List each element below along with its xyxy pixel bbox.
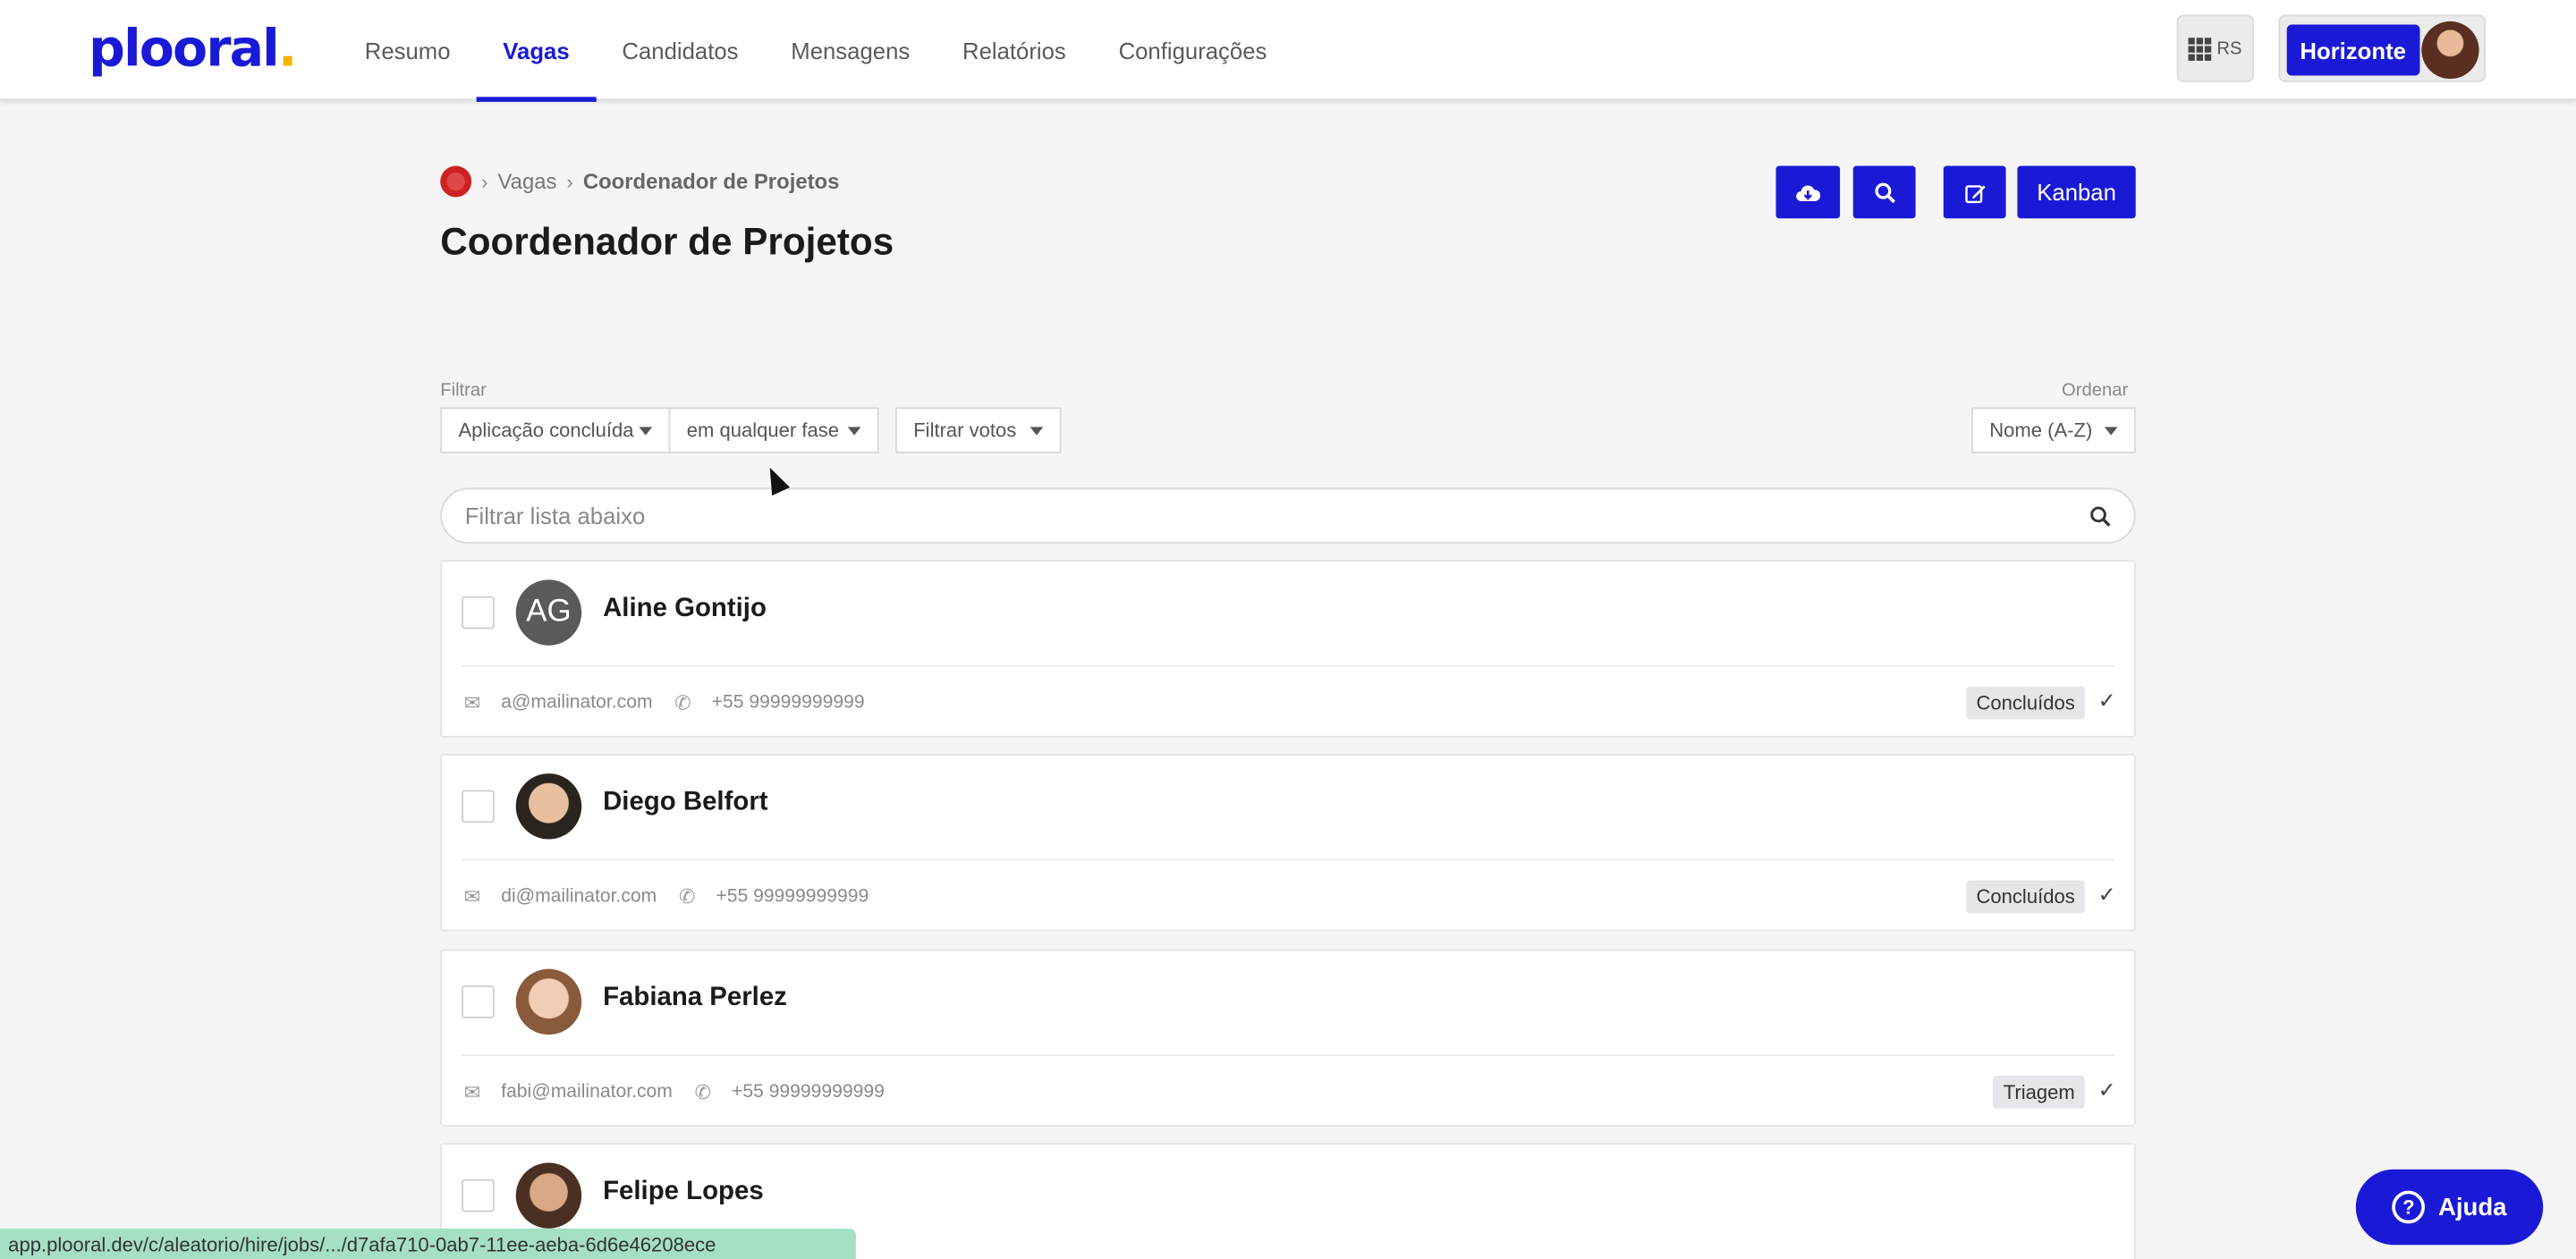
candidate-contact: ✉ di@mailinator.com ✆ +55 99999999999 [462,879,869,915]
chevron-right-icon: › [481,170,488,193]
breadcrumb-current: Coordenador de Projetos [582,169,840,194]
check-icon: ✓ [2097,688,2116,714]
candidate-phone[interactable]: +55 99999999999 [716,887,869,907]
candidate-name[interactable]: Felipe Lopes [603,1178,764,1207]
candidate-name[interactable]: Fabiana Perlez [603,984,787,1013]
candidate-card[interactable]: Fabiana Perlez ✉ fabi@mailinator.com ✆ +… [440,949,2136,1127]
sort-label: Ordenar [2062,381,2129,401]
user-initials: RS [2216,38,2242,59]
download-button[interactable] [1775,165,1841,219]
apps-grid-icon [2189,37,2212,61]
question-icon: ? [2392,1190,2426,1224]
avatar: AG [515,579,582,646]
select-candidate-checkbox[interactable] [462,596,495,630]
plooral-logo[interactable]: plooral. [89,20,297,79]
caret-down-icon [639,426,653,435]
filter-label: Filtrar [440,381,487,401]
candidate-name[interactable]: Aline Gontijo [603,595,767,624]
stage-badge: Concluídos [1966,686,2085,720]
phone-icon: ✆ [678,884,696,908]
envelope-icon: ✉ [463,691,481,714]
org-button[interactable]: Horizonte [2286,24,2419,76]
envelope-icon: ✉ [463,1080,481,1104]
avatar [515,1162,582,1229]
help-button[interactable]: ? Ajuda [2355,1169,2544,1246]
candidate-card[interactable]: AG Aline Gontijo ✉ a@mailinator.com ✆ +5… [440,560,2136,738]
votes-filter-value: Filtrar votos [913,418,1017,443]
search-button[interactable] [1852,165,1916,219]
phase-filter-value: em qualquer fase [686,418,840,443]
stage-badge: Triagem [1993,1076,2085,1109]
nav-configuracoes[interactable]: Configurações [1092,0,1293,100]
top-navbar: plooral. Resumo Vagas Candidatos Mensage… [0,0,2576,102]
status-filter-value: Aplicação concluída [458,418,634,443]
caret-down-icon [2104,426,2118,435]
candidate-phone[interactable]: +55 99999999999 [712,693,865,713]
company-logo-icon[interactable] [440,165,472,198]
search-icon [1874,182,1895,203]
caret-down-icon [847,426,861,435]
status-filter-select[interactable]: Aplicação concluída [440,407,671,453]
org-switcher[interactable]: Horizonte [2278,14,2486,82]
candidate-name[interactable]: Diego Belfort [603,789,768,818]
kanban-button[interactable]: Kanban [2017,165,2136,219]
envelope-icon: ✉ [463,884,481,908]
candidate-contact: ✉ fabi@mailinator.com ✆ +55 99999999999 [462,1074,885,1110]
list-filter-input[interactable] [464,503,2090,529]
divider [462,858,2114,861]
chevron-right-icon: › [566,170,573,193]
candidate-card[interactable]: Diego Belfort ✉ di@mailinator.com ✆ +55 … [440,754,2136,932]
select-candidate-checkbox[interactable] [462,790,495,824]
check-icon: ✓ [2097,882,2116,907]
candidate-email[interactable]: a@mailinator.com [501,693,652,713]
candidate-email[interactable]: di@mailinator.com [501,887,657,907]
votes-filter-select[interactable]: Filtrar votos [895,407,1062,453]
divider [462,664,2114,667]
phase-filter-select[interactable]: em qualquer fase [668,407,879,453]
nav-relatorios[interactable]: Relatórios [936,0,1093,100]
candidate-email[interactable]: fabi@mailinator.com [501,1082,673,1102]
breadcrumb-vagas[interactable]: Vagas [498,169,557,194]
sort-value: Nome (A-Z) [1989,418,2093,443]
edit-icon [1964,184,1985,203]
apps-switcher-button[interactable]: RS [2176,14,2254,82]
nav-candidatos[interactable]: Candidatos [596,0,765,100]
link-status-bar: app.plooral.dev/c/aleatorio/hire/jobs/..… [0,1228,856,1259]
avatar [515,968,582,1035]
check-icon: ✓ [2097,1077,2116,1103]
stage-badge: Concluídos [1966,880,2085,914]
edit-job-button[interactable] [1943,165,2006,219]
candidate-contact: ✉ a@mailinator.com ✆ +55 99999999999 [462,685,865,721]
candidate-phone[interactable]: +55 99999999999 [732,1082,885,1102]
page-title: Coordenador de Projetos [440,220,894,263]
main-nav: Resumo Vagas Candidatos Mensagens Relató… [338,0,1293,102]
search-icon[interactable] [2089,505,2111,527]
select-candidate-checkbox[interactable] [462,985,495,1018]
divider [462,1054,2114,1056]
user-avatar[interactable] [2421,21,2479,80]
caret-down-icon [1030,426,1044,435]
help-label: Ajuda [2437,1193,2507,1221]
list-filter-box [440,487,2136,544]
phone-icon: ✆ [694,1080,712,1104]
select-candidate-checkbox[interactable] [462,1179,495,1213]
cloud-download-icon [1796,184,1821,201]
nav-resumo[interactable]: Resumo [338,0,477,100]
breadcrumb: › Vagas › Coordenador de Projetos [440,165,840,198]
sort-select[interactable]: Nome (A-Z) [1971,407,2136,453]
nav-vagas[interactable]: Vagas [476,0,597,102]
phone-icon: ✆ [674,691,691,714]
nav-mensagens[interactable]: Mensagens [765,0,936,100]
avatar [515,773,582,840]
